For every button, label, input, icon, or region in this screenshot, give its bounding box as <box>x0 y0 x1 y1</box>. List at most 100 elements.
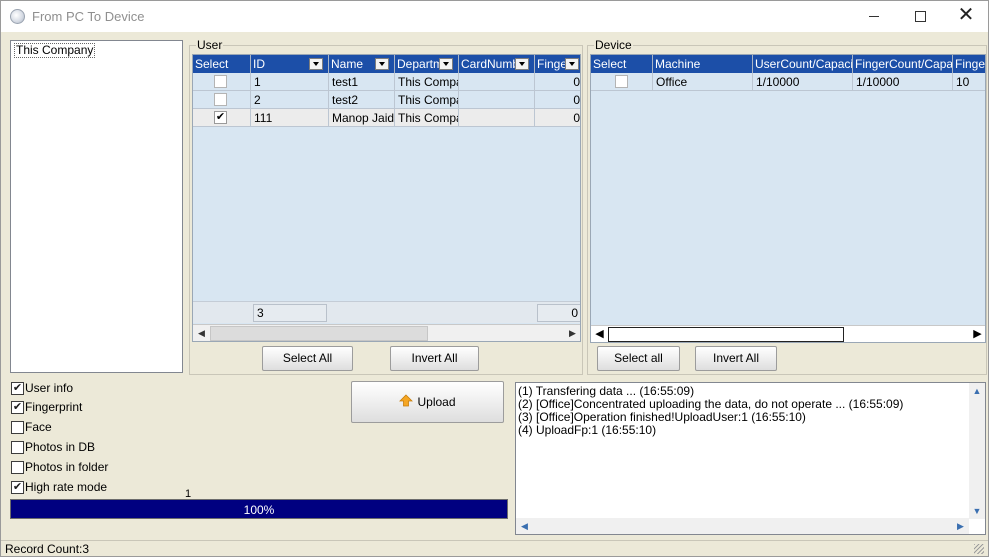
select-cell[interactable] <box>591 73 653 91</box>
option-label: Face <box>25 420 52 434</box>
column-header-department[interactable]: Departm <box>395 55 459 73</box>
usercount-cell: 1/10000 <box>753 73 853 91</box>
summary-finger: 0 <box>537 304 580 322</box>
cardnumber-cell <box>459 109 535 127</box>
record-count: Record Count:3 <box>5 542 90 556</box>
scroll-right-icon[interactable]: ▶ <box>564 325 580 341</box>
log-vscrollbar[interactable]: ▲ ▼ <box>969 383 985 519</box>
summary-count: 3 <box>253 304 327 322</box>
column-label: Name <box>331 57 364 71</box>
device-invert-all-button[interactable]: Invert All <box>695 346 777 371</box>
cardnumber-cell <box>459 73 535 91</box>
column-label: ID <box>253 57 265 71</box>
scroll-thumb[interactable] <box>210 326 428 341</box>
scroll-left-icon[interactable]: ◀ <box>591 326 608 342</box>
row-select-checkbox[interactable]: ✔ <box>214 111 227 124</box>
select-cell[interactable]: ✔ <box>193 109 251 127</box>
checkbox-fingerprint[interactable]: ✔ <box>11 401 24 414</box>
user-grid[interactable]: Select ID Name Departm CardNumbe Finger … <box>192 54 581 342</box>
filter-dropdown-icon[interactable] <box>565 58 579 70</box>
row-select-checkbox[interactable] <box>615 75 628 88</box>
upload-button[interactable]: Upload <box>351 381 504 423</box>
column-header-finger[interactable]: Finger <box>953 55 985 73</box>
tree-item-department[interactable]: This Company <box>14 43 96 58</box>
user-select-all-button[interactable]: Select All <box>262 346 353 371</box>
table-row[interactable]: ✔ 111 Manop Jaide This Compai 0 <box>193 109 580 127</box>
summary-row: 3 0 <box>193 301 580 323</box>
name-cell: Manop Jaide <box>329 109 395 127</box>
name-cell: test2 <box>329 91 395 109</box>
maximize-button[interactable] <box>897 1 943 32</box>
title-bar: From PC To Device ✕ <box>1 1 988 32</box>
checkbox-face[interactable] <box>11 421 24 434</box>
table-row[interactable]: 2 test2 This Compai 0 <box>193 91 580 109</box>
select-cell[interactable] <box>193 73 251 91</box>
checkbox-user-info[interactable]: ✔ <box>11 382 24 395</box>
table-row[interactable]: 1 test1 This Compai 0 <box>193 73 580 91</box>
app-icon <box>10 9 25 24</box>
device-grid-hscrollbar[interactable]: ◀ ▶ <box>591 325 985 342</box>
column-label: Select <box>195 57 229 71</box>
minimize-button[interactable] <box>851 1 897 32</box>
close-button[interactable]: ✕ <box>943 1 989 32</box>
scroll-right-icon[interactable]: ▶ <box>969 326 985 342</box>
select-cell[interactable] <box>193 91 251 109</box>
upload-label: Upload <box>417 395 456 409</box>
column-header-usercount[interactable]: UserCount/Capacity <box>753 55 853 73</box>
column-header-id[interactable]: ID <box>251 55 329 73</box>
filter-dropdown-icon[interactable] <box>309 58 323 70</box>
minimize-icon <box>869 16 879 17</box>
finger-cell: 0 <box>535 91 580 109</box>
column-label: Departm <box>397 57 444 71</box>
filter-dropdown-icon[interactable] <box>439 58 453 70</box>
scroll-up-icon[interactable]: ▲ <box>969 383 985 399</box>
column-header-select[interactable]: Select <box>193 55 251 73</box>
name-cell: test1 <box>329 73 395 91</box>
scroll-left-icon[interactable]: ◀ <box>193 325 210 341</box>
scroll-right-icon[interactable]: ▶ <box>952 518 969 534</box>
id-cell: 111 <box>251 109 329 127</box>
row-select-checkbox[interactable] <box>214 75 227 88</box>
user-invert-all-button[interactable]: Invert All <box>390 346 479 371</box>
device-select-all-button[interactable]: Select all <box>597 346 680 371</box>
window-title: From PC To Device <box>32 9 145 24</box>
column-header-cardnumber[interactable]: CardNumbe <box>459 55 535 73</box>
column-header-finger[interactable]: Finger <box>535 55 580 73</box>
scroll-down-icon[interactable]: ▼ <box>969 503 985 519</box>
checkbox-photos-in-db[interactable] <box>11 441 24 454</box>
scroll-left-icon[interactable]: ◀ <box>516 518 533 534</box>
status-bar: Record Count:3 <box>1 540 988 557</box>
filter-dropdown-icon[interactable] <box>515 58 529 70</box>
column-header-name[interactable]: Name <box>329 55 395 73</box>
log-hscrollbar[interactable]: ◀ ▶ <box>516 518 969 534</box>
column-header-fingercount[interactable]: FingerCount/Capaci <box>853 55 953 73</box>
column-header-machine[interactable]: Machine <box>653 55 753 73</box>
device-groupbox: Device Select Machine UserCount/Capacity… <box>587 38 987 375</box>
finger-cell: 0 <box>535 73 580 91</box>
department-cell: This Compai <box>395 73 459 91</box>
progress-text: 100% <box>243 503 275 517</box>
device-grid[interactable]: Select Machine UserCount/Capacity Finger… <box>590 54 986 343</box>
checkbox-photos-in-folder[interactable] <box>11 461 24 474</box>
log-line: (4) UploadFp:1 (16:55:10) <box>518 423 657 437</box>
option-label: Photos in DB <box>25 440 96 454</box>
option-label: Fingerprint <box>25 400 83 414</box>
department-tree[interactable]: This Company <box>10 40 183 373</box>
close-icon: ✕ <box>957 4 975 26</box>
scroll-thumb[interactable] <box>608 327 844 342</box>
log-textbox[interactable]: (1) Transfering data ... (16:55:09) (2) … <box>515 382 986 535</box>
device-group-label: Device <box>594 38 633 52</box>
filter-dropdown-icon[interactable] <box>375 58 389 70</box>
table-row[interactable]: Office 1/10000 1/10000 10 <box>591 73 985 91</box>
department-cell: This Compai <box>395 91 459 109</box>
resize-grip-icon[interactable] <box>974 544 984 554</box>
option-label: High rate mode <box>25 480 108 494</box>
row-select-checkbox[interactable] <box>214 93 227 106</box>
id-cell: 2 <box>251 91 329 109</box>
user-group-label: User <box>196 38 224 52</box>
fingercount-cell: 1/10000 <box>853 73 953 91</box>
id-cell: 1 <box>251 73 329 91</box>
user-grid-hscrollbar[interactable]: ◀ ▶ <box>193 324 580 341</box>
column-header-select[interactable]: Select <box>591 55 653 73</box>
checkbox-high-rate-mode[interactable]: ✔ <box>11 481 24 494</box>
